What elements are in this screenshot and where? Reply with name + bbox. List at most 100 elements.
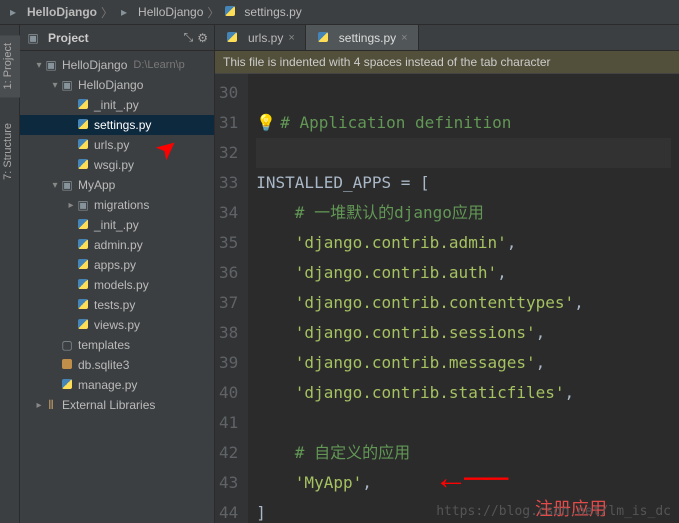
chevron-down-icon[interactable]: ▾ [34,60,44,71]
code-token: , [536,323,546,342]
breadcrumb-item[interactable]: ▸HelloDjango [6,5,97,19]
tree-row[interactable]: models.py [20,275,214,295]
code-line[interactable]: # 一堆默认的django应用 [256,198,671,228]
code-line[interactable]: 'django.contrib.admin', [256,228,671,258]
code-line[interactable]: 💡# Application definition [256,108,671,138]
tree-label: _init_.py [94,218,139,232]
indent-warning[interactable]: This file is indented with 4 spaces inst… [215,51,679,74]
code-line[interactable]: INSTALLED_APPS = [ [256,168,671,198]
code-token: 'django.contrib.contenttypes' [295,293,574,312]
tree-row[interactable]: urls.py [20,135,214,155]
python-file-icon [316,31,330,45]
tree-row[interactable]: wsgi.py [20,155,214,175]
tool-project[interactable]: 1: Project [0,35,20,97]
python-file-icon [76,258,90,272]
editor: This file is indented with 4 spaces inst… [215,51,679,523]
chevron-right-icon[interactable]: ▸ [34,400,44,411]
tree-row[interactable]: tests.py [20,295,214,315]
gear-icon[interactable]: ⚙ [197,31,208,45]
code-token [256,473,295,492]
tree-row[interactable]: ▸⫴External Libraries [20,395,214,415]
code-token: 'django.contrib.messages' [295,353,536,372]
project-panel-header[interactable]: ▣ Project ⤡ ⚙ [20,25,215,50]
database-icon [60,358,74,372]
chevron-down-icon[interactable]: ▾ [50,80,60,91]
code-token: 'django.contrib.auth' [295,263,497,282]
close-icon[interactable]: × [288,32,294,44]
collapse-icon[interactable]: ⤡ [184,30,194,45]
code-line[interactable]: 'django.contrib.staticfiles', [256,378,671,408]
breadcrumb-label: HelloDjango [27,5,97,19]
tree-label: External Libraries [62,398,155,412]
tab-label: urls.py [248,31,283,45]
code-line[interactable] [256,78,671,108]
code-content[interactable]: 💡# Application definition INSTALLED_APPS … [248,74,679,523]
tree-row[interactable]: _init_.py [20,215,214,235]
breadcrumb: ▸HelloDjango〉▸HelloDjango〉settings.py [0,0,679,25]
tree-label: MyApp [78,178,115,192]
tree-row[interactable]: ▢templates [20,335,214,355]
code-token: , [574,293,584,312]
close-icon[interactable]: × [401,32,407,44]
tab-label: settings.py [339,31,396,45]
code-token: , [536,353,546,372]
tree-row[interactable]: admin.py [20,235,214,255]
panel-header: ▣ Project ⤡ ⚙ urls.py × settings.py × [20,25,679,51]
code-token: , [362,473,372,492]
folder-icon: ▸ [117,5,131,19]
python-file-icon [76,238,90,252]
code-token [256,323,295,342]
watermark: https://blog.csdn.net/lm_is_dc [436,504,671,519]
tree-row[interactable]: _init_.py [20,95,214,115]
tree-row[interactable]: db.sqlite3 [20,355,214,375]
tree-row[interactable]: ▸▣migrations [20,195,214,215]
chevron-right-icon: 〉 [207,4,219,21]
tree-row[interactable]: ▾▣HelloDjangoD:\Learn\p [20,55,214,75]
breadcrumb-item[interactable]: settings.py [223,5,301,19]
code-line[interactable] [256,408,671,438]
code-token: 'django.contrib.sessions' [295,323,536,342]
tree-label: HelloDjango [78,78,143,92]
tree-label: _init_.py [94,98,139,112]
tree-label: models.py [94,278,149,292]
code-line[interactable]: 'MyApp', [256,468,671,498]
code-area[interactable]: 303132333435363738394041424344 💡# Applic… [215,74,679,523]
code-token: 'django.contrib.staticfiles' [295,383,565,402]
code-token: = [ [401,173,430,192]
code-line[interactable]: 'django.contrib.auth', [256,258,671,288]
tree-row[interactable]: apps.py [20,255,214,275]
code-line[interactable]: 'django.contrib.contenttypes', [256,288,671,318]
project-tree[interactable]: ▾▣HelloDjangoD:\Learn\p▾▣HelloDjango _ini… [20,51,215,523]
tree-row[interactable]: views.py [20,315,214,335]
code-token: ] [256,503,266,522]
code-line[interactable]: 'django.contrib.sessions', [256,318,671,348]
tree-row[interactable]: manage.py [20,375,214,395]
folder-icon: ▢ [60,338,74,352]
code-line[interactable] [256,138,671,168]
editor-tabs: urls.py × settings.py × [215,25,419,50]
line-number: 37 [219,288,238,318]
tree-row[interactable]: settings.py [20,115,214,135]
tree-label: apps.py [94,258,136,272]
line-number: 42 [219,438,238,468]
python-file-icon [76,218,90,232]
tree-row[interactable]: ▾▣HelloDjango [20,75,214,95]
chevron-down-icon[interactable]: ▾ [50,180,60,191]
code-token: , [507,233,517,252]
line-number: 38 [219,318,238,348]
editor-tab[interactable]: urls.py × [215,25,306,50]
tool-structure[interactable]: 7: Structure [0,115,20,188]
line-gutter: 303132333435363738394041424344 [215,74,248,523]
intention-bulb-icon[interactable]: 💡 [256,113,276,132]
tree-label: urls.py [94,138,129,152]
line-number: 36 [219,258,238,288]
code-line[interactable]: # 自定义的应用 [256,438,671,468]
code-token: , [565,383,575,402]
breadcrumb-item[interactable]: ▸HelloDjango [117,5,203,19]
editor-tab[interactable]: settings.py × [306,25,419,50]
python-file-icon [76,278,90,292]
code-line[interactable]: 'django.contrib.messages', [256,348,671,378]
chevron-right-icon[interactable]: ▸ [66,200,76,211]
code-token [256,203,295,222]
tree-row[interactable]: ▾▣MyApp [20,175,214,195]
